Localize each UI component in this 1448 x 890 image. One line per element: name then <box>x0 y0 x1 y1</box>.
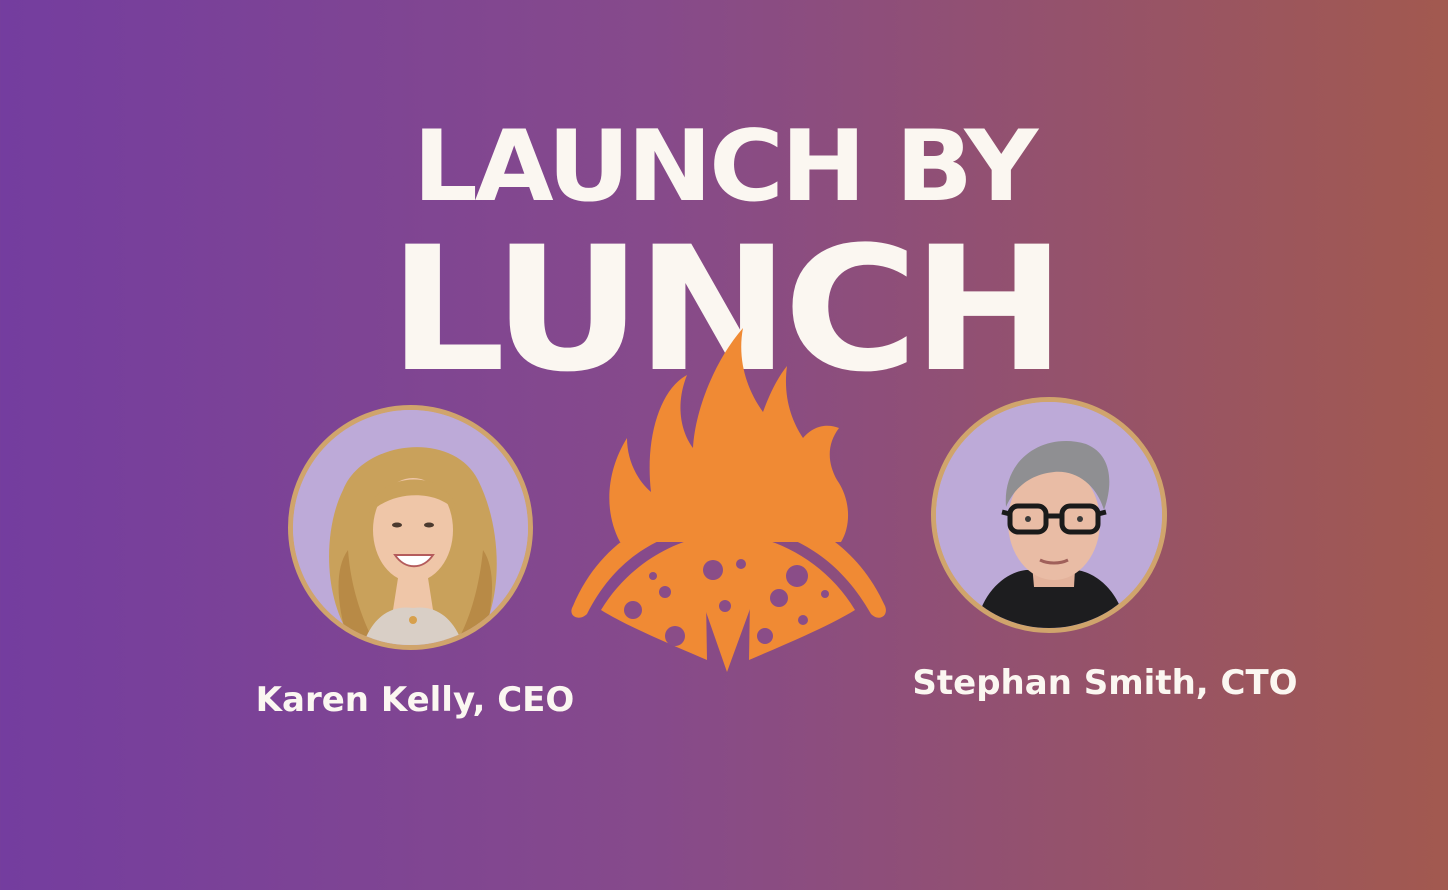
title-line-launch-by: LAUNCH BY <box>412 110 1038 224</box>
stephan-smith-photo <box>931 397 1167 633</box>
speaker-name-stephan: Stephan Smith, CTO <box>912 663 1298 703</box>
flaming-pizza-icon <box>565 320 890 675</box>
speaker-name-karen: Karen Kelly, CEO <box>255 680 575 720</box>
karen-kelly-photo <box>288 405 533 650</box>
